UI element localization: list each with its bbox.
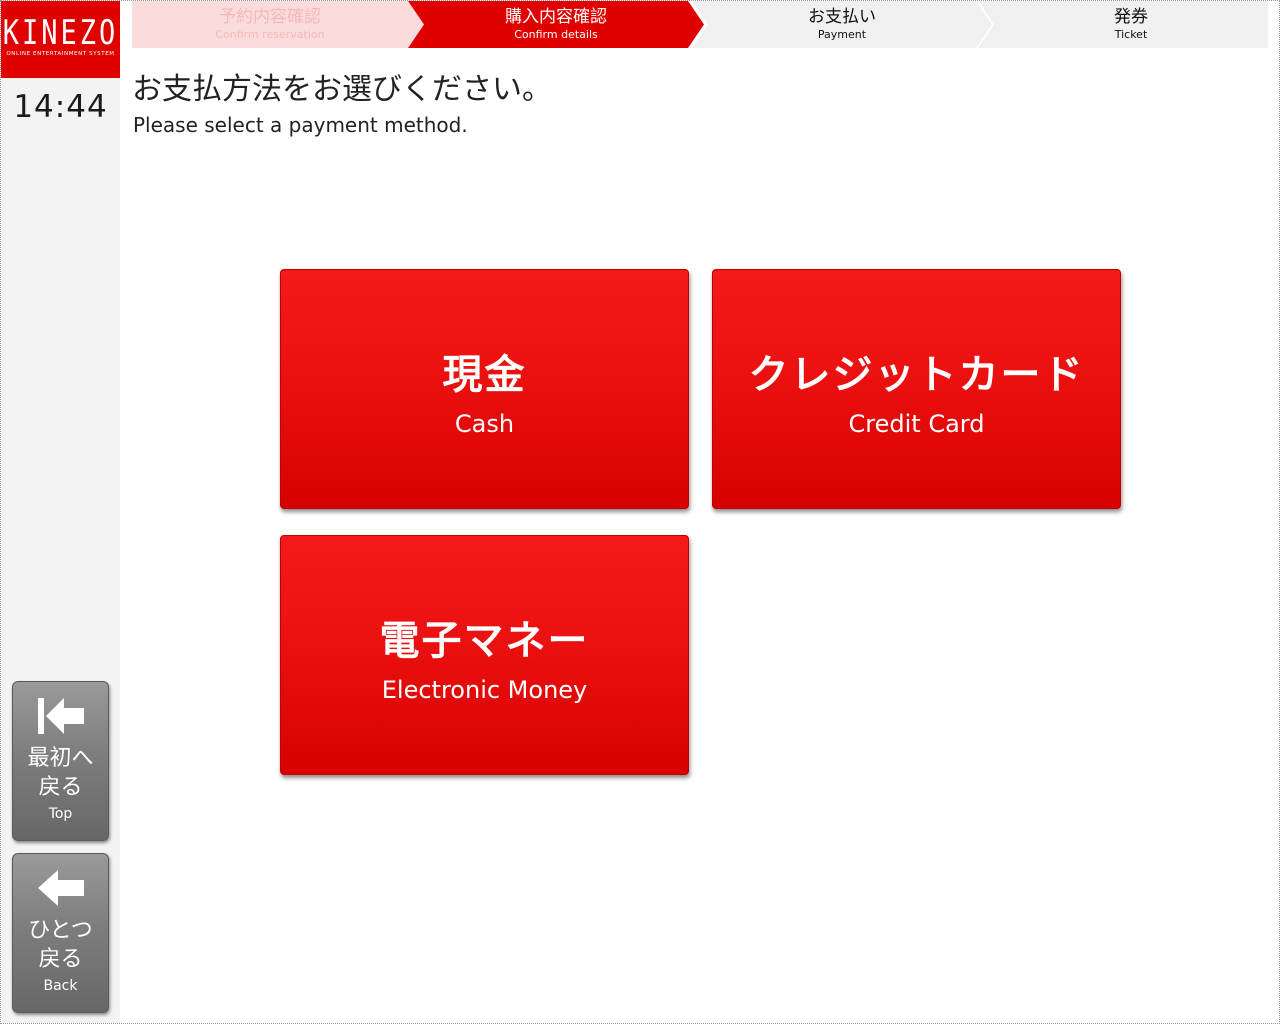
credit-card-label-en: Credit Card — [848, 410, 985, 438]
electronic-money-label-en: Electronic Money — [381, 676, 588, 704]
top-button-label-en: Top — [48, 806, 73, 822]
top-button-line2: 戻る — [38, 775, 83, 800]
arrow-left-icon — [37, 870, 84, 906]
step-confirm-details: 購入内容確認 Confirm details — [408, 1, 708, 48]
top-button[interactable]: 最初へ 戻る Top — [12, 681, 109, 841]
top-button-line1: 最初へ — [27, 746, 94, 771]
logo-text: KINEZO — [2, 14, 119, 53]
step-sublabel: Ticket — [1114, 28, 1148, 41]
back-button-line2: 戻る — [38, 947, 83, 972]
sidebar: KINEZO ONLINE ENTERTAINMENT SYSTEM 14:44… — [1, 1, 120, 1023]
kiosk-frame — [0, 0, 1280, 1024]
back-button-label-en: Back — [43, 978, 78, 994]
page-title: お支払方法をお選びください。 — [132, 72, 552, 107]
step-payment: お支払い Payment — [692, 1, 994, 48]
electronic-money-button[interactable]: 電子マネー Electronic Money — [280, 535, 689, 775]
step-label: お支払い — [808, 7, 876, 27]
top-button-label-jp: 最初へ 戻る — [13, 744, 108, 802]
step-confirm-reservation: 予約内容確認 Confirm reservation — [132, 1, 427, 48]
step-sublabel: Payment — [817, 28, 867, 41]
back-button-label-jp: ひとつ 戻る — [13, 916, 108, 974]
back-button-line1: ひとつ — [28, 918, 93, 943]
cash-label-en: Cash — [454, 410, 515, 438]
step-sublabel: Confirm reservation — [215, 28, 325, 41]
step-sublabel: Confirm details — [514, 28, 598, 41]
electronic-money-label-jp: 電子マネー — [379, 618, 590, 664]
progress-steps: 予約内容確認 Confirm reservation 購入内容確認 Confir… — [132, 1, 1268, 48]
kinezo-logo: KINEZO ONLINE ENTERTAINMENT SYSTEM — [1, 1, 120, 78]
page-subtitle: Please select a payment method. — [133, 113, 468, 137]
skip-to-start-icon — [37, 698, 84, 734]
back-button[interactable]: ひとつ 戻る Back — [12, 853, 109, 1013]
cash-label-jp: 現金 — [442, 352, 527, 398]
clock: 14:44 — [13, 89, 108, 125]
step-ticket: 発券 Ticket — [978, 1, 1268, 48]
cash-button[interactable]: 現金 Cash — [280, 269, 689, 509]
credit-card-button[interactable]: クレジットカード Credit Card — [712, 269, 1121, 509]
step-label: 発券 — [1114, 7, 1148, 27]
step-label: 予約内容確認 — [219, 7, 321, 27]
credit-card-label-jp: クレジットカード — [748, 352, 1085, 398]
step-label: 購入内容確認 — [505, 7, 607, 27]
